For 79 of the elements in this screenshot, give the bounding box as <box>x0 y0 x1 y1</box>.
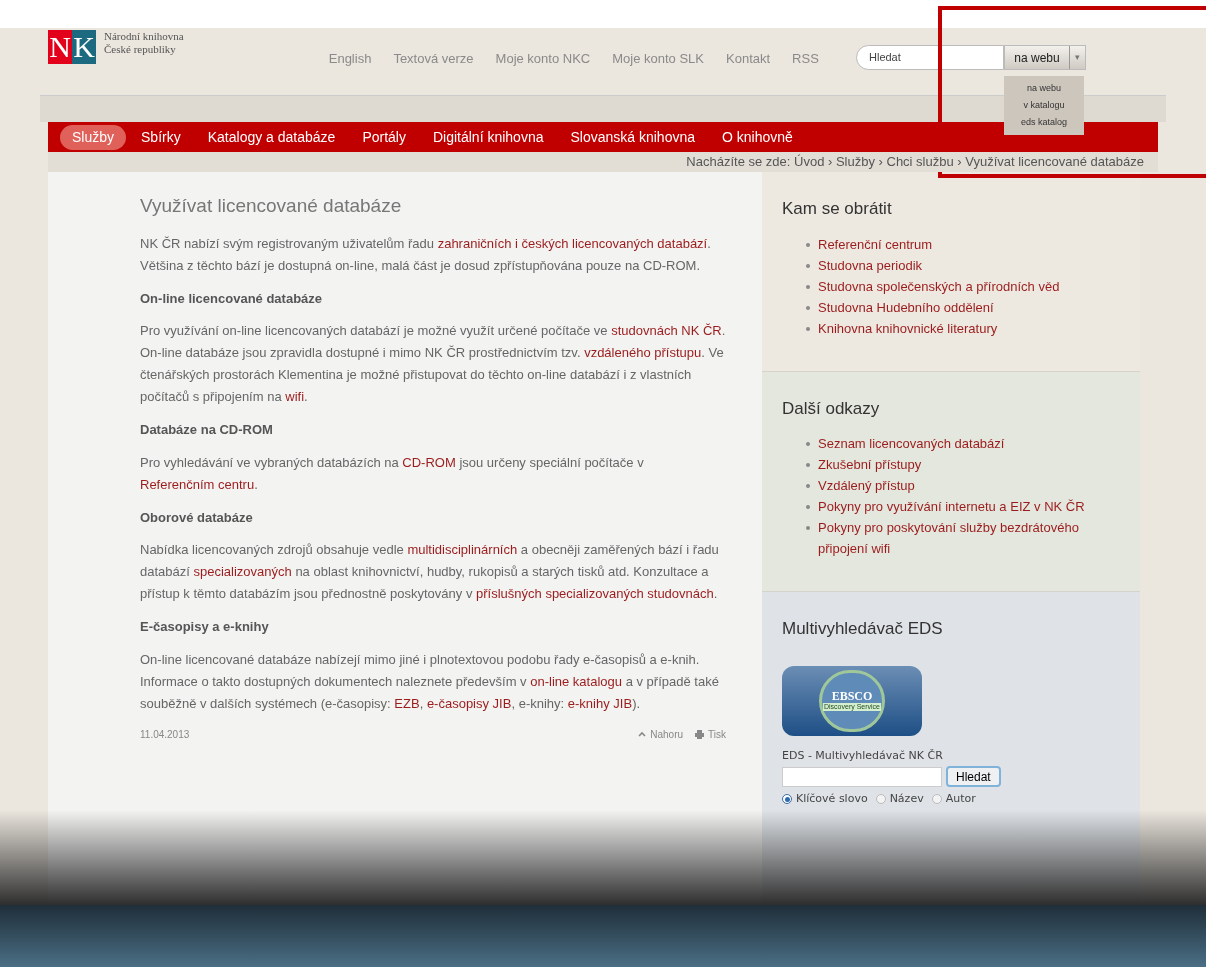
article-date: 11.04.2013 <box>140 727 190 742</box>
text-link[interactable]: specializovaných <box>193 564 292 579</box>
paragraph: NK ČR nabízí svým registrovaným uživatelům řadu zahraničních i českých licencovaných databází. Většina z těchto bází je dostupná on-line, malá část je dosud zpřístupňována pouze na CD-ROM. <box>140 234 712 275</box>
radio-button[interactable] <box>875 794 886 805</box>
logo-letter: K <box>72 30 96 64</box>
back-to-top-link[interactable]: Nahoru <box>638 726 684 742</box>
breadcrumb: Nacházíte se zde: Úvod › Služby › Chci službu › Využívat licencované databáze <box>686 152 1144 172</box>
bullet-icon <box>806 505 810 509</box>
logo-text: EBSCO <box>831 690 873 703</box>
text-link[interactable]: EZB <box>394 695 420 711</box>
text-link[interactable]: JIB <box>613 695 633 711</box>
paragraph: Pro využívání on-line licencovaných databází je možné využít určené počítače ve studovnách NK ČR. On-line databáze jsou zpravidla dostupné i mimo NK ČR prostřednictvím tzv. vzdáleného přístupu. Ve čtenářských prostorách Klementina je možné přistupovat do těchto on-line databází i z vlastních počítačů s připojením na wifi. <box>140 322 726 406</box>
bullet-icon <box>806 242 810 247</box>
search-button[interactable]: Hledat <box>946 766 1001 787</box>
bullet-icon <box>806 484 810 488</box>
sidebar-link[interactable]: Pokyny pro poskytování služby bezdrátového připojení wifi <box>818 517 1120 559</box>
section-heading: On-line licencované databáze <box>140 289 324 308</box>
radio-label: Autor <box>945 791 976 807</box>
bullet-icon <box>806 305 810 310</box>
bullet-icon <box>806 284 810 289</box>
radio-label: Klíčové slovo <box>796 791 868 807</box>
eds-search-field[interactable] <box>782 766 942 787</box>
sidebar-link[interactable]: Pokyny pro využívání internetu a EIZ v NK ČR <box>818 496 1085 517</box>
sidebar-link[interactable]: Studovna společenských a přírodních věd <box>818 275 1060 297</box>
sidebar-link[interactable]: Studovna periodik <box>818 254 923 276</box>
logo-name: České republiky <box>104 43 177 56</box>
nav-tab[interactable]: Sbírky <box>129 124 193 150</box>
text-link[interactable]: příslušných <box>476 586 542 601</box>
text-link[interactable]: multidisciplinárních <box>407 542 518 557</box>
text-link[interactable]: databází <box>657 235 708 251</box>
section-heading: E-časopisy a e-knihy <box>140 618 270 636</box>
nav-tab[interactable]: Služby <box>60 124 127 150</box>
panel-title: Kam se obrátit <box>782 198 893 220</box>
menu-option[interactable]: v katalogu <box>1023 97 1065 114</box>
text-link[interactable]: studovnách <box>611 323 678 338</box>
logo-letter: N <box>48 30 72 64</box>
search-label: EDS - Multivyhledávač NK ČR <box>782 747 944 764</box>
paragraph: Nabídka licencovaných zdrojů obsahuje vedle multidisciplinárních a obecněji zaměřených bází i řadu databází specializovaných na oblast knihovnictví, hudby, rukopisů a starých tisků atd. Konzultace a přístup k těmto databázím jsou přednostně poskytovány v příslušných specializovaných studovnách. <box>140 541 720 603</box>
chevron-up-icon <box>638 731 647 737</box>
bullet-icon <box>806 463 810 467</box>
sidebar-link[interactable]: Seznam licencovaných databází <box>818 433 1005 454</box>
bullet-icon <box>806 442 810 446</box>
bullet-icon <box>806 326 810 331</box>
article-title: Využívat licencované databáze <box>140 194 403 218</box>
sidebar-link[interactable]: Studovna Hudebního oddělení <box>818 296 994 318</box>
menu-option[interactable]: eds katalog <box>1020 114 1067 131</box>
search-field[interactable]: Hledat <box>856 45 1004 70</box>
sidebar-link[interactable]: Referenční centrum <box>818 233 933 255</box>
scope-select[interactable]: na webu ▾ <box>1004 45 1086 70</box>
paragraph: On-line licencované databáze nabízejí mimo jiné i plnotextovou podobu řady e-časopisů a e-knih. Informace o takto dostupných dokumentech naleznete především v on-line katalogu a v případě také souběžně v dalších systémech (e-časopisy: EZB, e-časopisy JIB, e-knihy: e-knihy JIB). <box>140 650 720 713</box>
logo-name: Národní knihovna <box>104 30 184 43</box>
radio-button[interactable] <box>782 794 792 805</box>
text-link[interactable]: zahraničních i českých licencovaných <box>437 235 654 251</box>
logo-mark[interactable]: NK <box>48 30 96 64</box>
menu-option[interactable]: na webu <box>1027 80 1061 97</box>
nav-tab[interactable]: Slovanská knihovna <box>558 124 707 150</box>
text-link[interactable]: e-knihy <box>567 695 610 711</box>
sidebar-link[interactable]: Vzdálený přístup <box>818 475 915 496</box>
bullet-icon <box>806 526 810 530</box>
radio-label: Název <box>889 791 924 807</box>
sidebar-link[interactable]: Knihovna knihovnické literatury <box>818 317 998 339</box>
text-link[interactable]: CD-ROM <box>402 454 456 470</box>
section-heading: Databáze na CD-ROM <box>140 421 274 439</box>
text-link[interactable]: NK ČR <box>681 323 722 338</box>
nav-tab[interactable]: Digitální knihovna <box>420 124 556 150</box>
nav-tab[interactable]: O knihovně <box>710 124 805 150</box>
print-link[interactable]: Tisk <box>695 726 726 742</box>
sidebar-link[interactable]: Zkušební přístupy <box>818 454 922 475</box>
section-heading: Oborové databáze <box>140 508 254 527</box>
nav-tab[interactable]: Katalogy a databáze <box>195 124 348 150</box>
text-link[interactable]: specializovaných studovnách <box>545 586 714 601</box>
panel-title: Multivyhledávač EDS <box>782 618 944 640</box>
nav-tab[interactable]: Portály <box>350 124 418 150</box>
text-link[interactable]: on-line katalogu <box>530 673 623 689</box>
radio-button[interactable] <box>931 794 942 805</box>
printer-icon <box>695 729 705 739</box>
paragraph: Pro vyhledávání ve vybraných databázích na CD-ROM jsou určeny speciální počítače v Referenčním centru. <box>140 453 645 494</box>
bullet-icon <box>806 263 810 268</box>
panel-title: Další odkazy <box>782 397 881 420</box>
